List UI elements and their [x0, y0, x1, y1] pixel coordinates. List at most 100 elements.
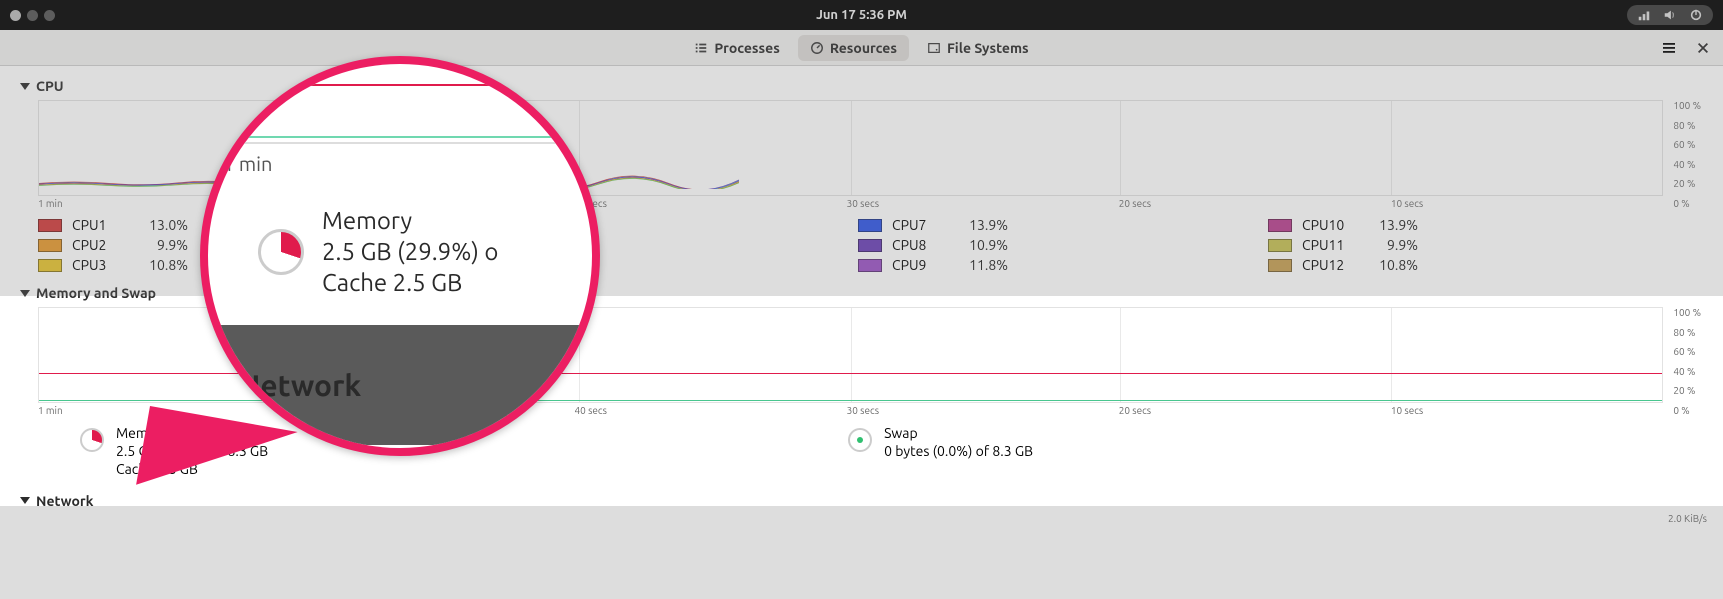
clock[interactable]: Jun 17 5:36 PM: [816, 8, 907, 22]
cpu-name: CPU11: [1302, 237, 1352, 253]
dim-overlay-bottom: [0, 506, 1723, 599]
cpu-legend-row: CPU9 11.8%: [858, 257, 1008, 273]
chevron-down-icon: [20, 83, 30, 90]
memory-pie-icon: [80, 428, 104, 452]
cpu-name: CPU2: [72, 237, 122, 253]
section-title: CPU: [36, 78, 64, 94]
volume-icon[interactable]: [1663, 8, 1677, 22]
memory-graph: [38, 307, 1663, 403]
cpu-legend-row: CPU5 10.9%: [448, 237, 598, 253]
cpu-x-axis: 1 min 50 secs 40 secs 30 secs 20 secs 10…: [38, 198, 1663, 209]
cpu-color-swatch: [858, 259, 882, 272]
cpu-percent: 9.9%: [132, 237, 188, 253]
swap-legend-item: Swap 0 bytes (0.0%) of 8.3 GB: [848, 424, 1033, 460]
cpu-name: CPU8: [892, 237, 942, 253]
cpu-legend-row: CPU11 9.9%: [1268, 237, 1418, 253]
view-switcher: Processes Resources File Systems: [682, 35, 1040, 61]
cpu-color-swatch: [858, 219, 882, 232]
cpu-color-swatch: [38, 259, 62, 272]
window-dot[interactable]: [27, 10, 38, 21]
cpu-section-header[interactable]: CPU: [20, 72, 1703, 100]
cpu-name: CPU1: [72, 217, 122, 233]
cpu-name: CPU10: [1302, 217, 1352, 233]
memory-y-axis: 100 % 80 % 60 % 40 % 20 % 0 %: [1673, 307, 1701, 416]
cpu-percent: 10.8%: [542, 217, 598, 233]
network-icon[interactable]: [1637, 8, 1651, 22]
cpu-legend-row: CPU3 10.8%: [38, 257, 188, 273]
close-button[interactable]: [1691, 36, 1715, 60]
window-controls[interactable]: [10, 10, 55, 21]
network-section-header[interactable]: Network: [20, 487, 1703, 515]
cpu-section: CPU 100 % 80 % 60 % 40 % 20 % 0 % 1 min …: [0, 72, 1723, 273]
cpu-legend-row: CPU2 9.9%: [38, 237, 188, 253]
cpu-legend-row: CPU10 13.9%: [1268, 217, 1418, 233]
header-bar: Processes Resources File Systems: [0, 30, 1723, 66]
memory-graph-wrap: 100 % 80 % 60 % 40 % 20 % 0 % 1 min 50 s…: [38, 307, 1663, 416]
cpu-y-axis: 100 % 80 % 60 % 40 % 20 % 0 %: [1673, 100, 1701, 209]
cpu-legend-row: CPU1 13.0%: [38, 217, 188, 233]
swap-usage: 0 bytes (0.0%) of 8.3 GB: [884, 442, 1033, 460]
cpu-color-swatch: [1268, 259, 1292, 272]
memory-legend-item: Memory 2.5 GB (29.9%) of 8.3 GB Cache 2.…: [80, 424, 268, 479]
cpu-name: CPU5: [482, 237, 532, 253]
cpu-percent: 10.8%: [1362, 257, 1418, 273]
cpu-percent: 9.9%: [1362, 237, 1418, 253]
tab-label: Processes: [714, 40, 780, 56]
hamburger-icon: [1661, 40, 1677, 56]
tab-resources[interactable]: Resources: [798, 35, 909, 61]
system-tray[interactable]: [1627, 5, 1713, 25]
cpu-percent: 12.7%: [542, 257, 598, 273]
hamburger-menu-button[interactable]: [1657, 36, 1681, 60]
cpu-name: CPU4: [482, 217, 532, 233]
disk-icon: [927, 41, 941, 55]
network-y-label: 2.0 KiB/s: [1668, 513, 1707, 524]
cpu-color-swatch: [38, 239, 62, 252]
memory-legend: Memory 2.5 GB (29.9%) of 8.3 GB Cache 2.…: [80, 424, 1703, 479]
cpu-color-swatch: [858, 239, 882, 252]
cpu-legend-row: CPU1210.8%: [1268, 257, 1418, 273]
cpu-color-swatch: [1268, 239, 1292, 252]
list-icon: [694, 41, 708, 55]
cpu-color-swatch: [448, 239, 472, 252]
power-icon[interactable]: [1689, 8, 1703, 22]
tab-label: Resources: [830, 40, 897, 56]
cpu-legend-row: CPU713.9%: [858, 217, 1008, 233]
cpu-percent: 10.9%: [952, 237, 1008, 253]
cpu-percent: 13.9%: [1362, 217, 1418, 233]
cpu-color-swatch: [1268, 219, 1292, 232]
section-title: Network: [36, 493, 94, 509]
cpu-color-swatch: [448, 219, 472, 232]
memory-section: Memory and Swap 100 % 80 % 60 % 40 % 20 …: [0, 279, 1723, 479]
cpu-name: CPU6: [482, 257, 532, 273]
cpu-name: CPU7: [892, 217, 942, 233]
network-section: Network 2.0 KiB/s: [0, 487, 1723, 515]
tab-label: File Systems: [947, 40, 1029, 56]
cpu-percent: 10.9%: [542, 237, 598, 253]
cpu-lines: [39, 175, 739, 189]
cpu-name: CPU9: [892, 257, 942, 273]
close-icon: [1696, 41, 1710, 55]
cpu-name: CPU3: [72, 257, 122, 273]
system-top-bar: Jun 17 5:36 PM: [0, 0, 1723, 30]
cpu-legend-row: CPU4 10.8%: [448, 217, 598, 233]
cpu-percent: 11.8%: [952, 257, 1008, 273]
cpu-graph-wrap: 100 % 80 % 60 % 40 % 20 % 0 % 1 min 50 s…: [38, 100, 1663, 209]
tab-processes[interactable]: Processes: [682, 35, 792, 61]
section-title: Memory and Swap: [36, 285, 156, 301]
window-dot[interactable]: [10, 10, 21, 21]
cpu-percent: 10.8%: [132, 257, 188, 273]
cpu-color-swatch: [448, 259, 472, 272]
memory-usage: 2.5 GB (29.9%) of 8.3 GB: [116, 442, 268, 460]
memory-label: Memory: [116, 424, 268, 442]
chevron-down-icon: [20, 497, 30, 504]
tab-filesystems[interactable]: File Systems: [915, 35, 1041, 61]
swap-label: Swap: [884, 424, 1033, 442]
gauge-icon: [810, 41, 824, 55]
memory-section-header[interactable]: Memory and Swap: [20, 279, 1703, 307]
window-dot[interactable]: [44, 10, 55, 21]
cpu-percent: 13.0%: [132, 217, 188, 233]
chevron-down-icon: [20, 290, 30, 297]
cpu-color-swatch: [38, 219, 62, 232]
cpu-legend-row: CPU6 12.7%: [448, 257, 598, 273]
cpu-legend-row: CPU8 10.9%: [858, 237, 1008, 253]
